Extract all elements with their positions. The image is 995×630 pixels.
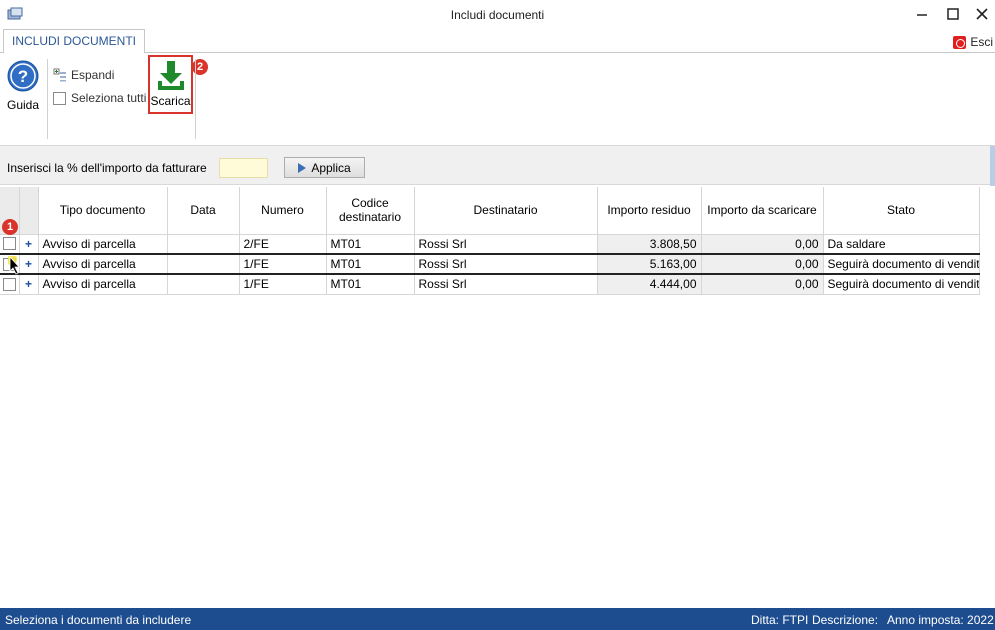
cell-codice: MT01 (326, 234, 415, 255)
documents-table: Tipo documento Data Numero Codice destin… (0, 187, 980, 295)
minimize-button[interactable] (912, 5, 932, 23)
cell-data (167, 234, 240, 255)
applica-label: Applica (311, 160, 351, 175)
ribbon: ? Guida Espandi Seleziona tutti Scarica … (0, 53, 995, 145)
panel-edge (990, 146, 995, 186)
scarica-button[interactable]: Scarica (148, 55, 193, 114)
column-header-stato[interactable]: Stato (823, 187, 980, 235)
step-badge-1: 1 (2, 219, 18, 235)
percent-input[interactable] (219, 158, 268, 178)
cell-stato: Seguirà documento di vendita (823, 253, 980, 275)
row-select-cell[interactable] (0, 234, 20, 255)
cell-tipo: Avviso di parcella (38, 253, 168, 275)
cell-stato: Seguirà documento di vendita (823, 273, 980, 295)
status-ditta: Ditta: FTPI (751, 613, 809, 627)
status-descrizione: Descrizione: (812, 613, 879, 627)
cell-importo-scaricare[interactable]: 0,00 (701, 234, 824, 255)
title-bar: Includi documenti (0, 0, 995, 29)
mouse-cursor-icon (8, 256, 20, 275)
cell-data (167, 253, 240, 275)
column-header-importo-scaricare[interactable]: Importo da scaricare (701, 187, 824, 235)
column-header-codice[interactable]: Codice destinatario (326, 187, 415, 235)
expand-icon (53, 68, 66, 82)
maximize-icon (947, 8, 959, 20)
minimize-icon (917, 14, 927, 16)
row-checkbox[interactable] (3, 237, 16, 251)
cell-importo-scaricare[interactable]: 0,00 (701, 253, 824, 275)
espandi-button[interactable]: Espandi (53, 68, 114, 82)
column-header-importo-residuo[interactable]: Importo residuo (597, 187, 702, 235)
cell-importo-scaricare[interactable]: 0,00 (701, 273, 824, 295)
guida-button[interactable]: ? Guida (4, 60, 42, 112)
table-row[interactable]: + Avviso di parcella 1/FE MT01 Rossi Srl… (0, 273, 980, 295)
cell-importo-residuo: 5.163,00 (597, 253, 702, 275)
cell-numero: 1/FE (239, 253, 327, 275)
table-row[interactable]: + Avviso di parcella 2/FE MT01 Rossi Srl… (0, 234, 980, 255)
cell-data (167, 273, 240, 295)
exit-label: Esci (970, 35, 993, 49)
close-icon (976, 8, 988, 20)
cell-stato: Da saldare (823, 234, 980, 255)
cell-destinatario: Rossi Srl (414, 253, 598, 275)
ribbon-separator (195, 59, 196, 139)
percent-label: Inserisci la % dell'importo da fatturare (7, 161, 207, 175)
percent-bar: Inserisci la % dell'importo da fatturare… (0, 145, 995, 186)
cell-codice: MT01 (326, 253, 415, 275)
play-icon (298, 162, 307, 173)
cell-numero: 2/FE (239, 234, 327, 255)
documents-grid: Tipo documento Data Numero Codice destin… (0, 187, 995, 608)
column-header-destinatario[interactable]: Destinatario (414, 187, 598, 235)
guida-label: Guida (6, 98, 40, 112)
status-message: Seleziona i documenti da includere (5, 613, 192, 627)
scarica-label: Scarica (150, 94, 191, 108)
applica-button[interactable]: Applica (284, 157, 365, 178)
cell-tipo: Avviso di parcella (38, 273, 168, 295)
tab-includi-documenti[interactable]: INCLUDI DOCUMENTI (3, 29, 145, 54)
help-icon: ? (7, 60, 39, 92)
column-header-tipo[interactable]: Tipo documento (38, 187, 168, 235)
exit-button[interactable]: Esci (953, 34, 993, 50)
header-expand (19, 187, 39, 235)
download-icon (157, 61, 184, 90)
ribbon-separator (47, 59, 48, 139)
svg-text:?: ? (18, 67, 28, 86)
table-row[interactable]: + Avviso di parcella 1/FE MT01 Rossi Srl… (0, 253, 980, 275)
column-header-numero[interactable]: Numero (239, 187, 327, 235)
cell-importo-residuo: 4.444,00 (597, 273, 702, 295)
espandi-label: Espandi (71, 68, 115, 82)
cell-codice: MT01 (326, 273, 415, 295)
seleziona-tutti-checkbox[interactable]: Seleziona tutti (53, 91, 146, 105)
maximize-button[interactable] (943, 5, 963, 23)
checkbox-box[interactable] (53, 91, 66, 105)
status-anno: Anno imposta: 2022 (887, 613, 994, 627)
ribbon-tab-row: INCLUDI DOCUMENTI Esci (0, 29, 995, 54)
table-header-row: Tipo documento Data Numero Codice destin… (0, 187, 980, 235)
cell-numero: 1/FE (239, 273, 327, 295)
close-button[interactable] (972, 5, 992, 23)
power-icon (953, 35, 967, 49)
row-select-cell[interactable] (0, 273, 20, 295)
cell-tipo: Avviso di parcella (38, 234, 168, 255)
expand-row-button[interactable]: + (19, 234, 39, 255)
cell-destinatario: Rossi Srl (414, 234, 598, 255)
row-checkbox[interactable] (3, 277, 16, 291)
column-header-data[interactable]: Data (167, 187, 240, 235)
expand-row-button[interactable]: + (19, 273, 39, 295)
cell-importo-residuo: 3.808,50 (597, 234, 702, 255)
status-bar: Seleziona i documenti da includere Ditta… (0, 608, 995, 630)
cell-destinatario: Rossi Srl (414, 273, 598, 295)
window-title: Includi documenti (450, 8, 545, 22)
seleziona-tutti-label: Seleziona tutti (71, 91, 147, 105)
